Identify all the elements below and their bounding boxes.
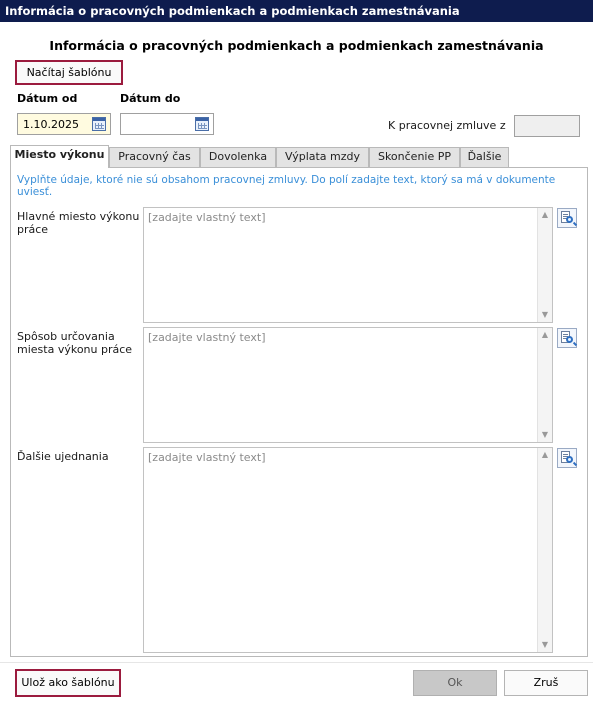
save-template-button[interactable]: Ulož ako šablónu	[15, 669, 121, 697]
tab-skoncenie-pp[interactable]: Skončenie PP	[369, 147, 460, 167]
tab-vyplata-mzdy[interactable]: Výplata mzdy	[276, 147, 369, 167]
load-template-button[interactable]: Načítaj šablónu	[15, 60, 123, 85]
ok-button[interactable]: Ok	[413, 670, 497, 696]
scroll-down-icon[interactable]: ▼	[540, 430, 550, 440]
scroll-up-icon[interactable]: ▲	[540, 210, 550, 220]
field-label-main-workplace: Hlavné miesto výkonu práce	[17, 210, 140, 236]
scrollbar[interactable]: ▲ ▼	[537, 208, 552, 322]
dialog-heading: Informácia o pracovných podmienkach a po…	[49, 38, 544, 53]
date-to-label: Dátum do	[120, 92, 181, 105]
main-workplace-textarea[interactable]: [zadajte vlastný text] ▲ ▼	[143, 207, 553, 323]
save-template-label: Ulož ako šablónu	[21, 676, 115, 689]
window-title: Informácia o pracovných podmienkach a po…	[0, 0, 593, 22]
date-from-field[interactable]: 1.10.2025	[17, 113, 111, 135]
calendar-icon[interactable]	[195, 117, 209, 131]
ok-label: Ok	[447, 676, 463, 689]
scroll-down-icon[interactable]: ▼	[540, 640, 550, 650]
field-label-other-agreements: Ďalšie ujednania	[17, 450, 109, 463]
textarea-placeholder: [zadajte vlastný text]	[148, 451, 266, 464]
footer-divider	[0, 662, 593, 663]
workplace-method-textarea[interactable]: [zadajte vlastný text] ▲ ▼	[143, 327, 553, 443]
textarea-placeholder: [zadajte vlastný text]	[148, 331, 266, 344]
template-lookup-button[interactable]	[557, 328, 577, 348]
tab-panel: Vyplňte údaje, ktoré nie sú obsahom prac…	[10, 167, 588, 657]
tab-dovolenka[interactable]: Dovolenka	[200, 147, 276, 167]
template-lookup-icon	[566, 336, 573, 343]
template-lookup-button[interactable]	[557, 208, 577, 228]
scroll-up-icon[interactable]: ▲	[540, 330, 550, 340]
contract-date-field[interactable]	[514, 115, 580, 137]
cancel-button[interactable]: Zruš	[504, 670, 588, 696]
tab-miesto-vykonu[interactable]: Miesto výkonu	[10, 145, 109, 168]
textarea-placeholder: [zadajte vlastný text]	[148, 211, 266, 224]
load-template-label: Načítaj šablónu	[26, 66, 112, 79]
scroll-up-icon[interactable]: ▲	[540, 450, 550, 460]
field-label-workplace-method: Spôsob určovania miesta výkonu práce	[17, 330, 133, 356]
other-agreements-textarea[interactable]: [zadajte vlastný text] ▲ ▼	[143, 447, 553, 653]
template-lookup-button[interactable]	[557, 448, 577, 468]
date-from-value: 1.10.2025	[23, 118, 79, 131]
calendar-icon[interactable]	[92, 117, 106, 131]
cancel-label: Zruš	[533, 676, 559, 689]
date-from-label: Dátum od	[17, 92, 78, 105]
scrollbar[interactable]: ▲ ▼	[537, 328, 552, 442]
hint-text: Vyplňte údaje, ktoré nie sú obsahom prac…	[17, 174, 556, 198]
template-lookup-icon	[566, 456, 573, 463]
date-to-field[interactable]	[120, 113, 214, 135]
contract-date-label: K pracovnej zmluve z	[388, 119, 506, 132]
tab-pracovny-cas[interactable]: Pracovný čas	[109, 147, 200, 167]
tab-dalsie[interactable]: Ďalšie	[460, 147, 509, 167]
template-lookup-icon	[566, 216, 573, 223]
scroll-down-icon[interactable]: ▼	[540, 310, 550, 320]
scrollbar[interactable]: ▲ ▼	[537, 448, 552, 652]
